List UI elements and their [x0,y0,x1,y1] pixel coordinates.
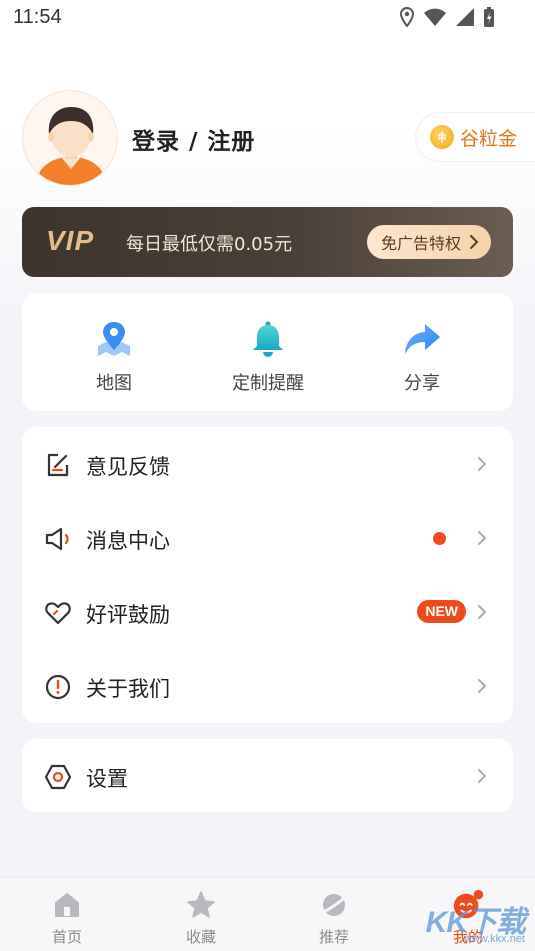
signal-icon [456,8,474,26]
gold-coin-button[interactable]: 谷粒金 [415,112,535,162]
quick-item-map[interactable]: 地图 [54,319,174,395]
grain-coin-icon [430,125,454,149]
home-icon [50,888,84,922]
menu-label-about: 关于我们 [86,677,170,701]
heart-icon [45,602,71,625]
settings-card: 设置 [22,739,513,812]
menu-label-feedback: 意见反馈 [86,455,170,479]
profile-section: 登录 / 注册 谷粒金 [22,90,535,186]
vip-logo: VIP [46,225,95,256]
map-pin-icon [94,319,134,359]
unread-dot [433,532,446,545]
quick-label-map: 地图 [96,373,132,394]
login-register-link[interactable]: 登录 / 注册 [132,122,255,156]
star-icon [184,888,218,922]
tab-home[interactable]: 首页 [27,888,107,947]
tab-label-home: 首页 [51,928,82,946]
ad-free-privilege-button[interactable]: 免广告特权 [366,225,491,259]
bell-icon [248,319,288,359]
menu-item-rate[interactable]: 好评鼓励 NEW [22,575,513,649]
status-bar: 11:54 [0,0,535,38]
quick-item-share[interactable]: 分享 [362,319,482,395]
chevron-right-icon [478,457,487,471]
tab-recommend[interactable]: 推荐 [294,888,374,947]
info-circle-icon [45,674,71,700]
tab-label-recommend: 推荐 [318,928,349,946]
menu-label-rate: 好评鼓励 [86,603,170,627]
watermark-url: www.kkx.net [463,933,525,945]
watermark: KK下载 www.kkx.net [403,893,533,951]
quick-item-reminder[interactable]: 定制提醒 [208,319,328,395]
vip-promo-text: 每日最低仅需0.05元 [126,234,293,255]
chevron-right-icon [478,769,487,783]
status-time: 11:54 [13,6,62,28]
vip-banner[interactable]: VIP 每日最低仅需0.05元 免广告特权 [22,207,513,277]
menu-item-about[interactable]: 关于我们 [22,649,513,723]
tab-label-favorites: 收藏 [185,928,216,946]
gear-hexagon-icon [44,764,72,790]
location-icon [399,7,415,27]
default-avatar-icon [35,107,107,185]
battery-icon [484,7,494,27]
chevron-right-icon [478,605,487,619]
menu-item-messages[interactable]: 消息中心 [22,501,513,575]
ad-free-privilege-label: 免广告特权 [380,234,461,253]
gold-coin-label: 谷粒金 [460,127,518,150]
menu-label-messages: 消息中心 [86,529,170,553]
share-arrow-icon [402,319,442,359]
planet-icon [317,888,351,922]
menu-card: 意见反馈 消息中心 好评鼓励 NEW 关于我们 [22,427,513,723]
menu-item-settings[interactable]: 设置 [22,739,513,813]
wifi-icon [424,8,446,26]
menu-label-settings: 设置 [86,767,128,791]
status-icons [399,6,495,28]
tab-favorites[interactable]: 收藏 [161,888,241,947]
quick-label-share: 分享 [404,373,440,394]
avatar[interactable] [22,90,118,186]
chevron-right-icon [470,235,479,249]
menu-item-feedback[interactable]: 意见反馈 [22,427,513,501]
feedback-edit-icon [47,453,69,477]
chevron-right-icon [478,531,487,545]
quick-actions-card: 地图 定制提醒 分享 [22,293,513,411]
chevron-right-icon [478,679,487,693]
speaker-icon [45,527,69,551]
quick-label-reminder: 定制提醒 [232,373,304,394]
new-badge: NEW [417,600,466,623]
